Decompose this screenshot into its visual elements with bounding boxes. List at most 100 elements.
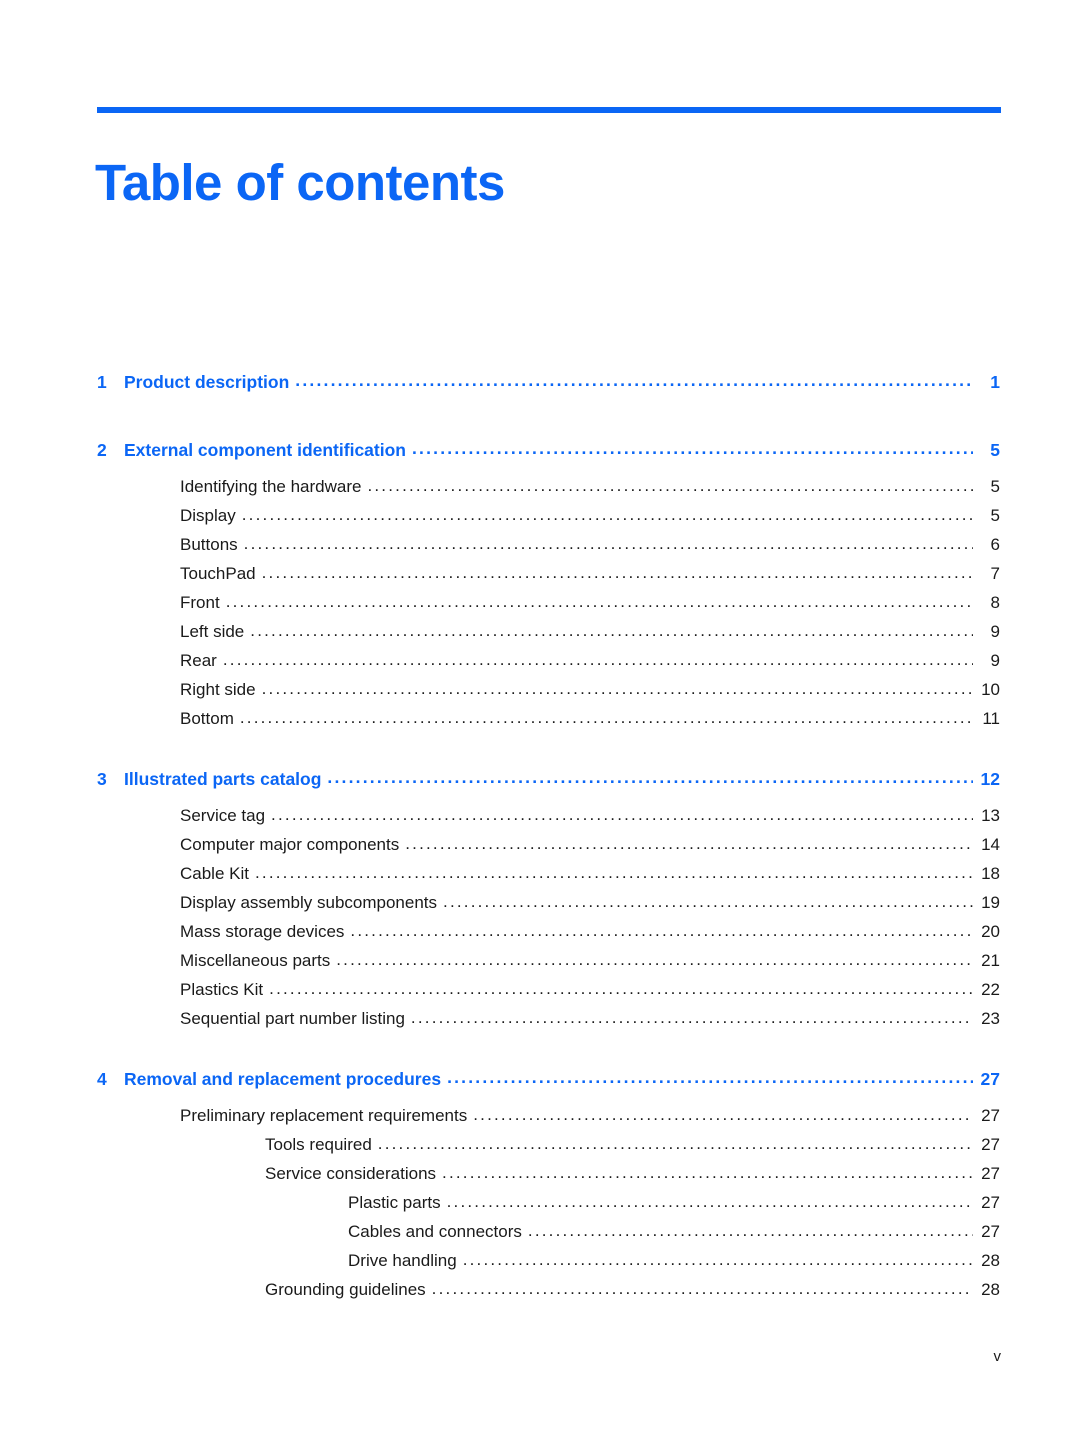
toc-dot-leader: ........................................… <box>239 709 973 726</box>
toc-entry-page-number: 18 <box>981 864 1000 883</box>
toc-chapter-entry[interactable]: 3 Illustrated parts catalog..............… <box>0 769 1080 806</box>
toc-sub-entry[interactable]: Grounding guidelines....................… <box>0 1280 1080 1309</box>
toc-sub-entry[interactable]: Plastic parts...........................… <box>0 1193 1080 1222</box>
toc-entry-label: Illustrated parts catalog <box>124 769 322 789</box>
toc-entry-label: Tools required <box>265 1135 372 1154</box>
toc-dot-leader: ........................................… <box>367 477 973 494</box>
toc-entry-page-number: 21 <box>981 951 1000 970</box>
toc-dot-leader: ........................................… <box>443 893 973 910</box>
toc-sub-entry[interactable]: Rear....................................… <box>0 651 1080 680</box>
toc-sub-entry[interactable]: Service tag.............................… <box>0 806 1080 835</box>
toc-entry-page-number: 27 <box>981 1222 1000 1241</box>
toc-sub-entry[interactable]: Cables and connectors...................… <box>0 1222 1080 1251</box>
toc-dot-leader: ........................................… <box>243 535 973 552</box>
toc-dot-leader: ........................................… <box>527 1222 973 1239</box>
toc-entry-page-number: 23 <box>981 1009 1000 1028</box>
toc-entry-page-number: 1 <box>990 372 1000 392</box>
toc-entry-page-number: 6 <box>990 535 1000 554</box>
toc-entry-page-number: 27 <box>981 1193 1000 1212</box>
toc-chapter-entry[interactable]: 1 Product description....................… <box>0 372 1080 409</box>
toc-chapter-number: 2 <box>97 440 107 460</box>
toc-dot-leader: ........................................… <box>350 922 973 939</box>
toc-entry-page-number: 14 <box>981 835 1000 854</box>
toc-entry-page-number: 28 <box>981 1280 1000 1299</box>
toc-sub-entry[interactable]: Drive handling..........................… <box>0 1251 1080 1280</box>
toc-entry-page-number: 7 <box>990 564 1000 583</box>
toc-dot-leader: ........................................… <box>411 440 973 458</box>
toc-sub-entry[interactable]: Preliminary replacement requirements....… <box>0 1106 1080 1135</box>
toc-chapter-entry[interactable]: 4 Removal and replacement procedures.....… <box>0 1069 1080 1106</box>
toc-dot-leader: ........................................… <box>473 1106 973 1123</box>
toc-sub-entry[interactable]: Right side..............................… <box>0 680 1080 709</box>
toc-dot-leader: ........................................… <box>410 1009 973 1026</box>
title-rule-divider <box>97 107 1001 113</box>
footer-page-number: v <box>993 1348 1002 1365</box>
toc-dot-leader: ........................................… <box>431 1280 973 1297</box>
toc-dot-leader: ........................................… <box>225 593 973 610</box>
toc-dot-leader: ........................................… <box>377 1135 973 1152</box>
toc-sub-entry[interactable]: Sequential part number listing..........… <box>0 1009 1080 1038</box>
page-title: Table of contents <box>95 154 505 212</box>
toc-entry-label: Miscellaneous parts <box>180 951 331 970</box>
toc-dot-leader: ........................................… <box>254 864 973 881</box>
toc-entry-page-number: 27 <box>981 1106 1000 1125</box>
toc-sub-entry[interactable]: Bottom..................................… <box>0 709 1080 738</box>
toc-entry-label: Buttons <box>180 535 238 554</box>
toc-entry-label: Grounding guidelines <box>265 1280 426 1299</box>
toc-sub-entry[interactable]: Service considerations..................… <box>0 1164 1080 1193</box>
toc-entry-page-number: 5 <box>990 477 1000 496</box>
toc-sub-entry[interactable]: Left side...............................… <box>0 622 1080 651</box>
toc-entry-page-number: 27 <box>981 1135 1000 1154</box>
toc-entry-label: Bottom <box>180 709 234 728</box>
toc-dot-leader: ........................................… <box>269 980 973 997</box>
toc-sub-entry[interactable]: Mass storage devices....................… <box>0 922 1080 951</box>
toc-entry-page-number: 10 <box>981 680 1000 699</box>
toc-dot-leader: ........................................… <box>327 769 973 787</box>
toc-entry-page-number: 11 <box>982 709 1000 728</box>
toc-dot-leader: ........................................… <box>446 1193 973 1210</box>
toc-entry-label: Front <box>180 593 220 612</box>
toc-dot-leader: ........................................… <box>241 506 973 523</box>
toc-entry-label: Cables and connectors <box>348 1222 522 1241</box>
toc-entry-label: Identifying the hardware <box>180 477 362 496</box>
toc-sub-entry[interactable]: Computer major components...............… <box>0 835 1080 864</box>
toc-entry-label: Right side <box>180 680 256 699</box>
toc-sub-entry[interactable]: Cable Kit...............................… <box>0 864 1080 893</box>
toc-entry-label: Plastic parts <box>348 1193 441 1212</box>
toc-dot-leader: ........................................… <box>261 564 973 581</box>
toc-dot-leader: ........................................… <box>336 951 973 968</box>
toc-entry-label: Removal and replacement procedures <box>124 1069 442 1089</box>
toc-entry-page-number: 27 <box>980 1069 1000 1089</box>
toc-sub-entry[interactable]: Miscellaneous parts.....................… <box>0 951 1080 980</box>
toc-sub-entry[interactable]: Tools required..........................… <box>0 1135 1080 1164</box>
toc-dot-leader: ........................................… <box>250 622 973 639</box>
toc-chapter-number: 3 <box>97 769 107 789</box>
toc-entry-page-number: 13 <box>981 806 1000 825</box>
toc-chapter-number: 4 <box>97 1069 107 1089</box>
toc-entry-label: Display <box>180 506 236 525</box>
toc-dot-leader: ........................................… <box>447 1069 973 1087</box>
toc-entry-page-number: 8 <box>990 593 1000 612</box>
toc-sub-entry[interactable]: Plastics Kit............................… <box>0 980 1080 1009</box>
toc-entry-page-number: 5 <box>990 506 1000 525</box>
toc-chapter-entry[interactable]: 2 External component identification......… <box>0 440 1080 477</box>
toc-entry-label: Left side <box>180 622 245 641</box>
toc-dot-leader: ........................................… <box>442 1164 973 1181</box>
toc-sub-entry[interactable]: Display assembly subcomponents..........… <box>0 893 1080 922</box>
toc-entry-page-number: 27 <box>981 1164 1000 1183</box>
toc-entry-page-number: 22 <box>981 980 1000 999</box>
toc-chapter-number: 1 <box>97 372 107 392</box>
toc-dot-leader: ........................................… <box>222 651 973 668</box>
toc-sub-entry[interactable]: Front...................................… <box>0 593 1080 622</box>
toc-entry-page-number: 5 <box>990 440 1000 460</box>
toc-entry-label: Display assembly subcomponents <box>180 893 438 912</box>
toc-sub-entry[interactable]: Identifying the hardware................… <box>0 477 1080 506</box>
document-page: Table of contents 1 Product description..… <box>0 0 1080 1437</box>
toc-entry-label: Rear <box>180 651 217 670</box>
toc-sub-entry[interactable]: Buttons.................................… <box>0 535 1080 564</box>
toc-sub-entry[interactable]: Display.................................… <box>0 506 1080 535</box>
toc-sub-entry[interactable]: TouchPad................................… <box>0 564 1080 593</box>
toc-entry-page-number: 9 <box>990 622 1000 641</box>
toc-entry-label: Cable Kit <box>180 864 249 883</box>
toc-entry-page-number: 12 <box>980 769 1000 789</box>
